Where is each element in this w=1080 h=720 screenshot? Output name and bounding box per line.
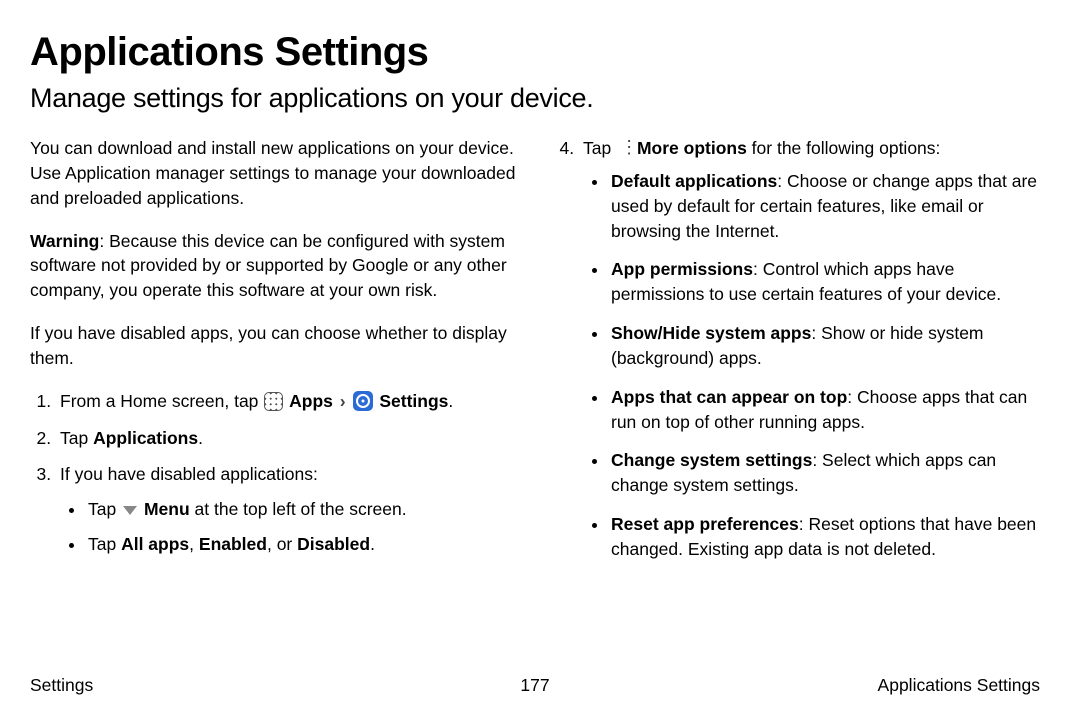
step-4: Tap More options for the following optio… — [579, 136, 1040, 562]
step-3b: Tap All apps, Enabled, or Disabled. — [86, 532, 517, 557]
step-3b-pre: Tap — [88, 534, 121, 554]
opt-title: Reset app preferences — [611, 514, 799, 534]
step-3b-b1: All apps — [121, 534, 189, 554]
apps-icon — [264, 392, 283, 411]
page-footer: Settings 177 Applications Settings — [30, 667, 1040, 696]
option-show-hide-system-apps: Show/Hide system apps: Show or hide syst… — [609, 321, 1040, 371]
step-4-bold: More options — [637, 138, 747, 158]
chevron-right-icon: › — [340, 391, 346, 411]
step-2: Tap Applications. — [56, 426, 517, 451]
option-default-applications: Default applications: Choose or change a… — [609, 169, 1040, 244]
step-3b-b2: Enabled — [199, 534, 267, 554]
step-2-pre: Tap — [60, 428, 93, 448]
steps-list-cont: Tap More options for the following optio… — [553, 136, 1040, 562]
step-3a-bold: Menu — [144, 499, 190, 519]
right-column: Tap More options for the following optio… — [553, 136, 1040, 667]
option-change-system-settings: Change system settings: Select which app… — [609, 448, 1040, 498]
opt-title: Change system settings — [611, 450, 812, 470]
step-3b-s2: , or — [267, 534, 297, 554]
opt-title: Apps that can appear on top — [611, 387, 847, 407]
step-2-bold: Applications — [93, 428, 198, 448]
left-column: You can download and install new applica… — [30, 136, 517, 667]
content-columns: You can download and install new applica… — [30, 136, 1040, 667]
opt-title: Show/Hide system apps — [611, 323, 811, 343]
page-subtitle: Manage settings for applications on your… — [30, 83, 1040, 114]
warning-paragraph: Warning: Because this device can be conf… — [30, 229, 517, 304]
chevron-down-icon — [123, 506, 137, 515]
settings-icon — [353, 391, 373, 411]
more-options-icon — [617, 138, 631, 158]
step-4-post: for the following options: — [747, 138, 941, 158]
period: . — [448, 391, 453, 411]
footer-page-number: 177 — [520, 675, 549, 696]
step-3-sublist: Tap Menu at the top left of the screen. … — [60, 497, 517, 557]
step-1-pre: From a Home screen, tap — [60, 391, 263, 411]
warning-label: Warning — [30, 231, 99, 251]
step-3-text: If you have disabled applications: — [60, 464, 318, 484]
opt-title: Default applications — [611, 171, 777, 191]
step-3a: Tap Menu at the top left of the screen. — [86, 497, 517, 522]
step-1-settings-label: Settings — [379, 391, 448, 411]
step-3b-b3: Disabled — [297, 534, 370, 554]
period: . — [198, 428, 203, 448]
option-app-permissions: App permissions: Control which apps have… — [609, 257, 1040, 307]
period: . — [370, 534, 375, 554]
warning-text: : Because this device can be configured … — [30, 231, 507, 301]
footer-left: Settings — [30, 675, 520, 696]
steps-list: From a Home screen, tap Apps › Settings.… — [30, 389, 517, 557]
option-reset-app-preferences: Reset app preferences: Reset options tha… — [609, 512, 1040, 562]
step-3b-s1: , — [189, 534, 199, 554]
option-apps-on-top: Apps that can appear on top: Choose apps… — [609, 385, 1040, 435]
opt-title: App permissions — [611, 259, 753, 279]
step-1-apps-label: Apps — [289, 391, 333, 411]
page-title: Applications Settings — [30, 30, 1040, 75]
step-4-pre: Tap — [583, 138, 616, 158]
step-3a-pre: Tap — [88, 499, 121, 519]
disabled-note: If you have disabled apps, you can choos… — [30, 321, 517, 371]
footer-right: Applications Settings — [550, 675, 1040, 696]
step-1: From a Home screen, tap Apps › Settings. — [56, 389, 517, 414]
options-list: Default applications: Choose or change a… — [583, 169, 1040, 562]
step-3: If you have disabled applications: Tap M… — [56, 462, 517, 557]
step-3a-post: at the top left of the screen. — [190, 499, 407, 519]
intro-paragraph: You can download and install new applica… — [30, 136, 517, 211]
page: Applications Settings Manage settings fo… — [0, 0, 1080, 720]
